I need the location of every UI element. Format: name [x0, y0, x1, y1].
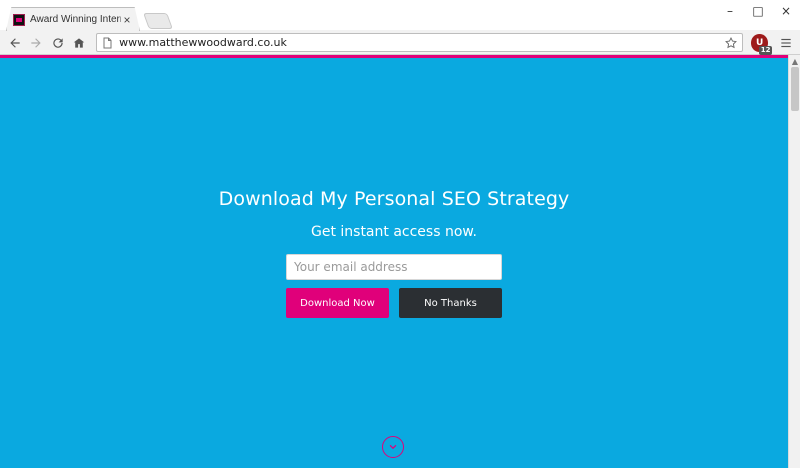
no-thanks-button[interactable]: No Thanks: [399, 288, 502, 318]
browser-chrome: Award Winning Internet M × – □ ×: [0, 0, 800, 55]
home-button[interactable]: [71, 34, 89, 52]
scroll-up-icon[interactable]: ▲: [789, 55, 800, 67]
home-icon: [74, 37, 85, 48]
minimize-icon: –: [727, 4, 733, 18]
page-content: Download My Personal SEO Strategy Get in…: [0, 55, 788, 468]
minimize-button[interactable]: –: [716, 0, 744, 22]
scroll-down-button[interactable]: [382, 436, 404, 458]
new-tab-button[interactable]: [143, 13, 173, 29]
bookmark-star-icon[interactable]: [724, 36, 738, 50]
address-bar[interactable]: www.matthewwoodward.co.uk: [96, 33, 743, 52]
maximize-icon: □: [752, 4, 764, 18]
headline: Download My Personal SEO Strategy: [218, 188, 570, 210]
scroll-thumb[interactable]: [790, 67, 799, 111]
email-field[interactable]: [286, 254, 502, 280]
browser-tab[interactable]: Award Winning Internet M ×: [6, 7, 140, 31]
browser-toolbar: www.matthewwoodward.co.uk U 12: [0, 30, 800, 55]
tab-close-icon[interactable]: ×: [121, 13, 133, 27]
arrow-left-icon: [10, 37, 20, 48]
reload-button[interactable]: [49, 34, 67, 52]
back-button[interactable]: [6, 34, 24, 52]
reload-icon: [53, 37, 63, 48]
tab-strip: Award Winning Internet M × – □ ×: [0, 0, 800, 31]
extension-button[interactable]: U 12: [750, 33, 773, 55]
arrow-right-icon: [31, 37, 41, 48]
forward-button[interactable]: [28, 34, 46, 52]
subheadline: Get instant access now.: [310, 224, 478, 240]
address-url: www.matthewwoodward.co.uk: [119, 36, 287, 49]
form-buttons: Download Now No Thanks: [286, 288, 502, 318]
close-window-button[interactable]: ×: [772, 0, 800, 22]
menu-icon: [781, 38, 791, 47]
extension-badge: 12: [758, 45, 773, 55]
page-icon: [103, 37, 112, 48]
window-controls: – □ ×: [716, 0, 800, 22]
download-now-button[interactable]: Download Now: [286, 288, 389, 318]
tab-title: Award Winning Internet M: [30, 13, 121, 25]
maximize-button[interactable]: □: [744, 0, 772, 22]
optin-form: Download Now No Thanks: [286, 254, 502, 318]
browser-menu-button[interactable]: [778, 35, 794, 51]
chevron-down-icon: [389, 444, 397, 450]
site-favicon-icon: [13, 13, 25, 26]
optin-hero: Download My Personal SEO Strategy Get in…: [0, 188, 788, 318]
vertical-scrollbar[interactable]: ▲: [788, 55, 800, 468]
close-icon: ×: [780, 4, 792, 18]
